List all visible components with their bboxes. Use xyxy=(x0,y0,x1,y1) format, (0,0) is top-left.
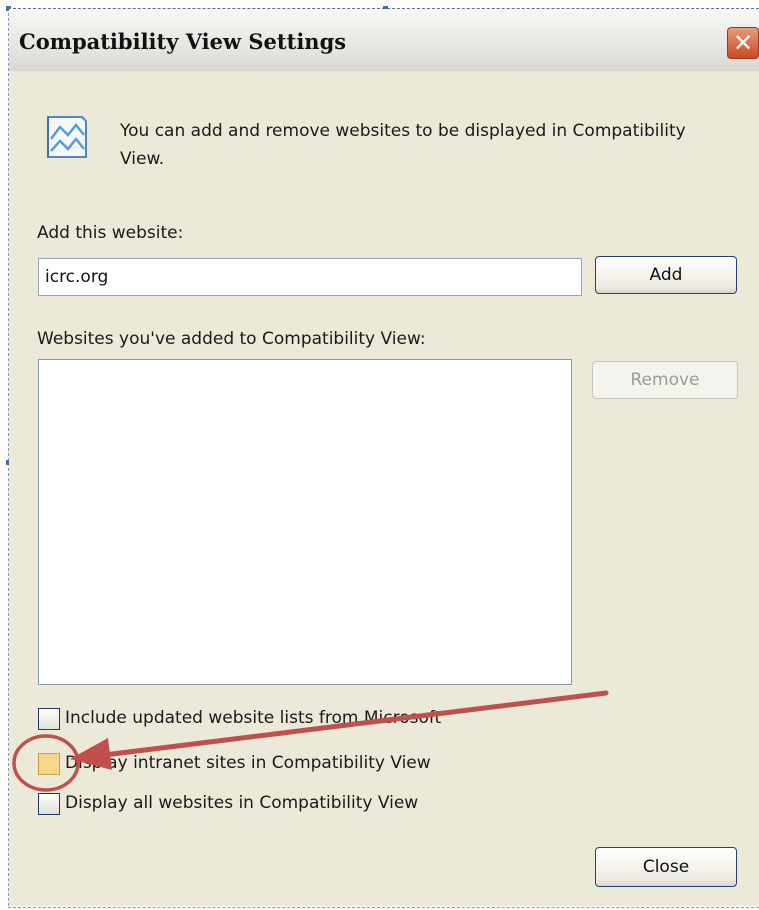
dialog-title: Compatibility View Settings xyxy=(19,29,347,54)
websites-listbox[interactable] xyxy=(38,359,572,685)
checkbox-label: Display all websites in Compatibility Vi… xyxy=(65,793,419,813)
add-button[interactable]: Add xyxy=(595,256,737,294)
intranet-sites-checkbox[interactable] xyxy=(38,753,60,775)
include-updated-lists-checkbox[interactable] xyxy=(38,708,60,730)
selection-frame-bottom xyxy=(8,907,759,908)
add-website-label: Add this website: xyxy=(37,223,184,243)
add-website-input[interactable] xyxy=(38,258,582,296)
title-bar[interactable]: Compatibility View Settings ✕ xyxy=(9,9,759,71)
checkbox-label: Display intranet sites in Compatibility … xyxy=(65,753,431,773)
remove-button[interactable]: Remove xyxy=(592,361,738,399)
checkbox-label: Include updated website lists from Micro… xyxy=(65,708,442,728)
compatibility-view-icon xyxy=(47,116,87,158)
all-websites-checkbox[interactable] xyxy=(38,793,60,815)
info-message: You can add and remove websites to be di… xyxy=(120,121,686,169)
close-icon[interactable]: ✕ xyxy=(727,27,759,59)
compatibility-view-dialog: Compatibility View Settings ✕ You can ad… xyxy=(9,9,759,906)
websites-list-label: Websites you've added to Compatibility V… xyxy=(37,329,426,349)
close-button[interactable]: Close xyxy=(595,847,737,887)
